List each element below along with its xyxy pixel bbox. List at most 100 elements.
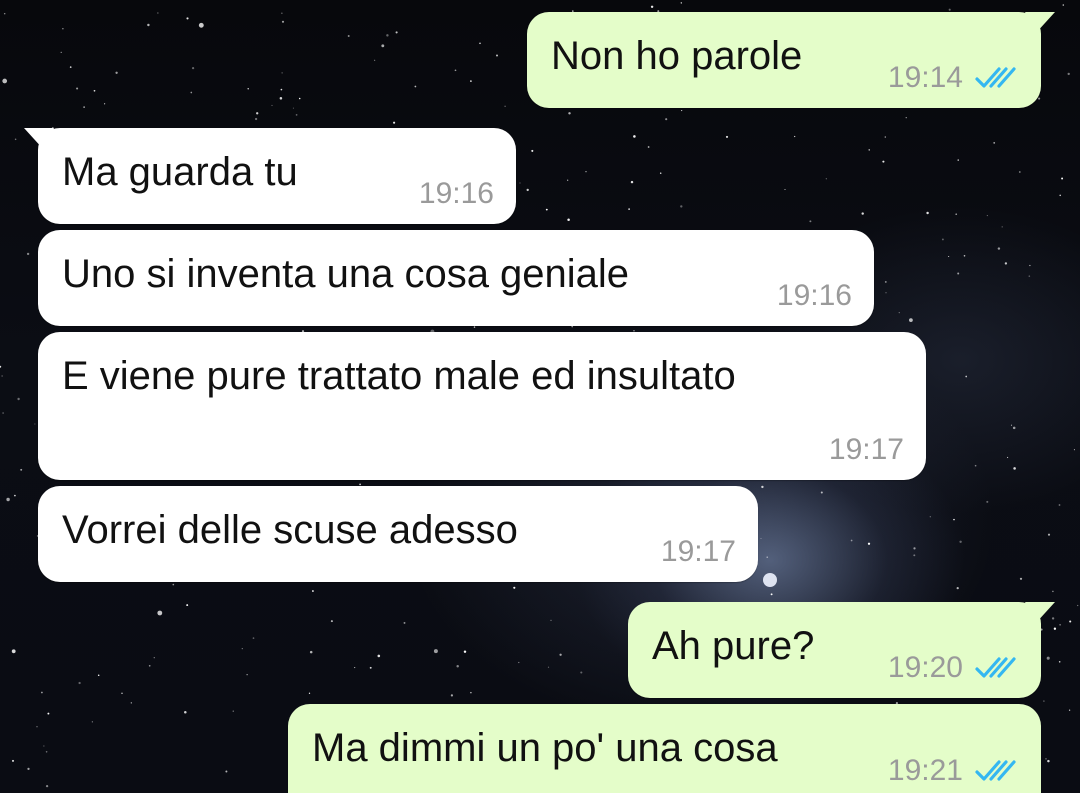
star	[963, 255, 966, 257]
star	[1043, 700, 1045, 702]
star	[1045, 758, 1047, 760]
star	[2, 78, 8, 84]
star	[11, 649, 16, 654]
star	[11, 759, 15, 762]
star	[659, 172, 662, 174]
star	[190, 91, 193, 94]
star	[393, 121, 396, 124]
star	[153, 657, 155, 659]
message-bubble-incoming[interactable]: Uno si inventa una cosa geniale 19:16	[38, 230, 874, 326]
star	[955, 213, 958, 216]
star	[1058, 661, 1061, 663]
star	[905, 117, 907, 119]
message-text: Ma guarda tu	[62, 150, 298, 194]
star	[17, 397, 20, 401]
star	[91, 721, 93, 723]
star	[377, 654, 381, 658]
star	[225, 770, 228, 773]
star	[531, 149, 534, 152]
star	[26, 252, 30, 256]
star	[885, 292, 887, 294]
star	[898, 311, 900, 314]
double-check-icon	[975, 760, 1016, 781]
star	[0, 365, 2, 368]
star	[191, 66, 195, 70]
star	[433, 649, 438, 654]
star	[519, 182, 521, 184]
star	[186, 604, 189, 607]
message-bubble-outgoing[interactable]: Non ho parole 19:14	[527, 12, 1055, 108]
message-bubble-outgoing[interactable]: Ma dimmi un po' una cosa 19:21	[288, 704, 1041, 793]
bubble-tail	[1025, 602, 1055, 624]
star	[281, 72, 283, 74]
star	[761, 485, 764, 489]
star	[456, 665, 459, 668]
star	[513, 586, 516, 589]
star	[115, 71, 118, 74]
star	[186, 17, 189, 20]
star	[770, 593, 773, 596]
star	[254, 117, 258, 121]
message-time: 19:17	[660, 535, 736, 568]
star	[820, 491, 823, 494]
star	[913, 547, 916, 550]
star	[504, 105, 506, 108]
star	[395, 31, 398, 34]
star	[311, 590, 314, 592]
star	[473, 326, 476, 328]
star	[680, 205, 683, 208]
star	[247, 88, 249, 90]
star	[62, 28, 64, 30]
star	[986, 500, 989, 503]
star	[309, 650, 313, 654]
star	[959, 540, 962, 544]
star	[450, 694, 454, 697]
message-bubble-incoming[interactable]: Ma guarda tu 19:16	[24, 128, 516, 224]
star	[794, 135, 796, 138]
star	[479, 42, 481, 45]
star	[292, 107, 294, 109]
star	[69, 66, 72, 68]
message-text: Non ho parole	[551, 34, 803, 78]
star	[1047, 533, 1051, 536]
star	[47, 712, 50, 715]
star	[470, 691, 472, 694]
star	[281, 20, 285, 23]
message-text: Ah pure?	[652, 624, 815, 668]
star	[1013, 467, 1016, 470]
star	[148, 664, 151, 667]
star	[526, 188, 529, 192]
star	[256, 112, 259, 115]
star	[850, 539, 853, 542]
star	[1067, 72, 1070, 76]
star	[929, 516, 931, 518]
star	[354, 667, 356, 669]
star	[6, 497, 10, 502]
star	[330, 620, 333, 623]
star	[956, 586, 959, 590]
star	[997, 247, 1001, 250]
star	[1047, 759, 1050, 763]
star	[246, 674, 248, 676]
star	[926, 211, 929, 215]
star	[157, 12, 159, 14]
star	[60, 51, 62, 54]
double-check-icon	[975, 67, 1016, 88]
star	[34, 423, 36, 425]
message-bubble-incoming[interactable]: E viene pure trattato male ed insultato …	[38, 332, 926, 480]
star	[825, 178, 827, 180]
star	[1010, 424, 1013, 426]
message-bubble-incoming[interactable]: Vorrei delle scuse adesso 19:17	[38, 486, 758, 582]
star	[1059, 194, 1061, 197]
star	[948, 8, 951, 11]
star	[1001, 226, 1003, 228]
star	[1046, 656, 1050, 660]
star	[14, 494, 16, 497]
star	[281, 12, 283, 14]
star	[1062, 4, 1065, 6]
message-bubble-outgoing[interactable]: Ah pure? 19:20	[628, 602, 1055, 698]
star	[374, 59, 376, 61]
star	[545, 208, 548, 211]
star	[547, 666, 550, 668]
star	[130, 702, 132, 704]
